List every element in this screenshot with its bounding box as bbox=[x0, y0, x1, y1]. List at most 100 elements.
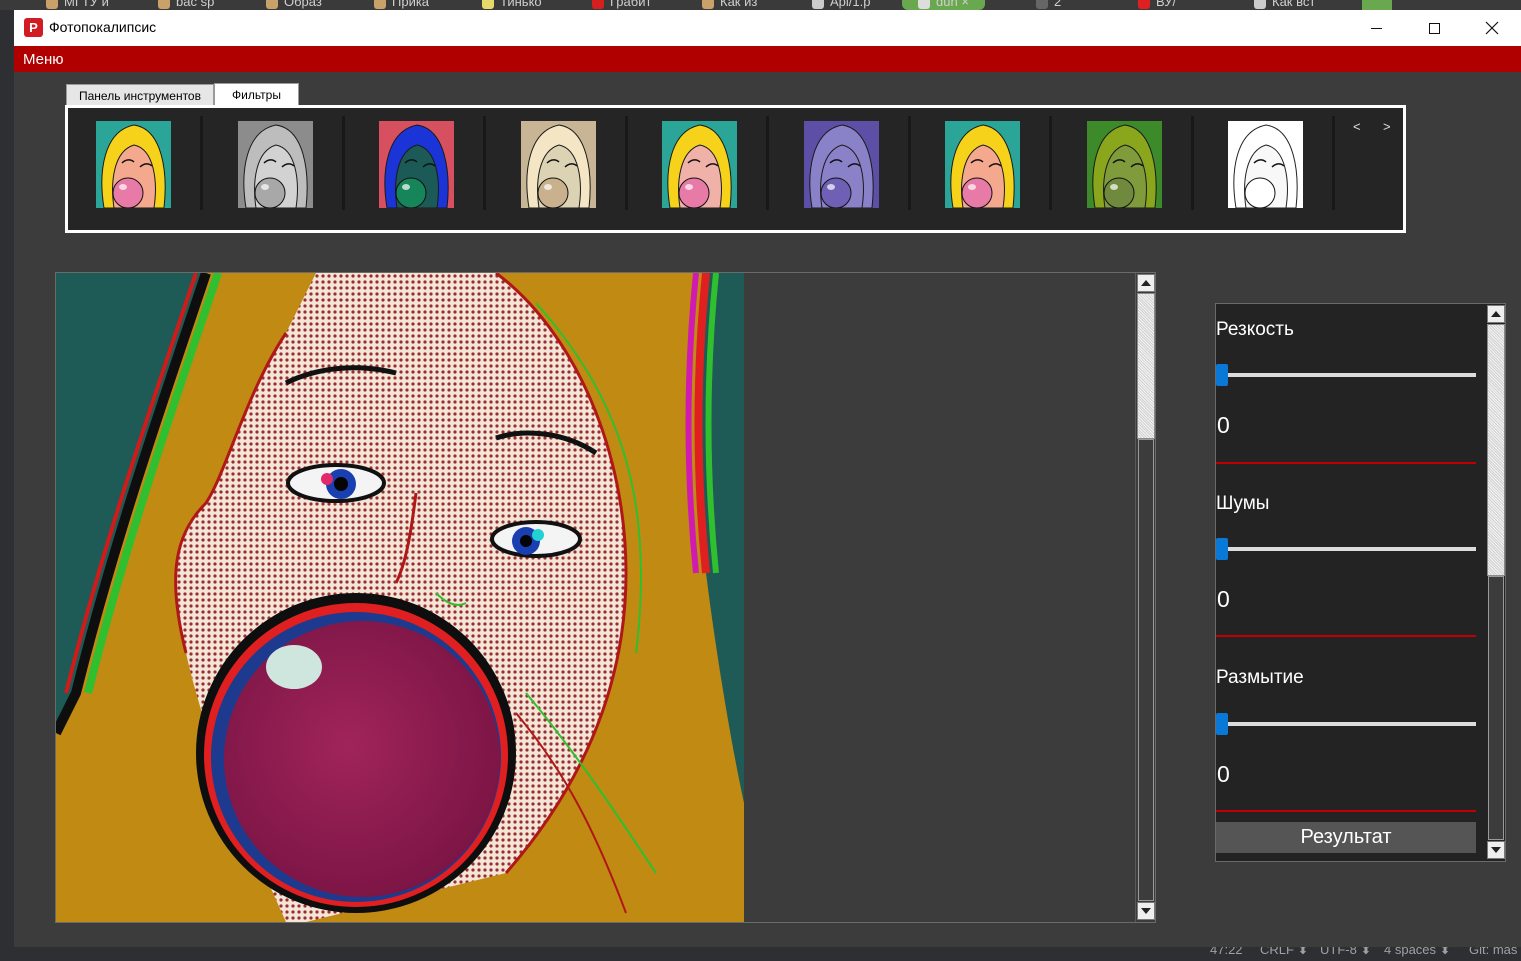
filter-prev-button[interactable]: < bbox=[1353, 119, 1361, 134]
edited-photo bbox=[56, 273, 744, 922]
blur-label: Размытие bbox=[1216, 667, 1304, 688]
browser-tab-label: Грабит bbox=[610, 0, 652, 9]
menu-item-main[interactable]: Меню bbox=[23, 51, 64, 68]
browser-tab[interactable]: Как из bbox=[702, 0, 757, 10]
maximize-button[interactable] bbox=[1405, 10, 1463, 46]
sharpness-slider[interactable] bbox=[1216, 373, 1476, 377]
browser-tab[interactable]: МГТУ и bbox=[46, 0, 109, 10]
scroll-up-button[interactable] bbox=[1137, 274, 1155, 292]
browser-tab-label: 2 bbox=[1054, 0, 1062, 9]
photo-bubble-highlight bbox=[266, 645, 322, 689]
arrow-up-icon bbox=[1141, 280, 1151, 286]
browser-tab-label: dun bbox=[936, 0, 958, 9]
scroll-thumb[interactable] bbox=[1137, 293, 1155, 439]
scroll-down-button[interactable] bbox=[1137, 902, 1155, 920]
background-browser-tabstrip: МГТУ и bac sp Образ Прика Тинько Грабит … bbox=[0, 0, 1521, 10]
browser-tab-label: bac sp bbox=[176, 0, 215, 9]
desktop: МГТУ и bac sp Образ Прика Тинько Грабит … bbox=[0, 0, 1521, 961]
browser-tab[interactable]: bac sp bbox=[158, 0, 214, 10]
settings-vertical-scrollbar[interactable] bbox=[1486, 304, 1506, 861]
arrow-down-icon bbox=[1141, 908, 1151, 914]
scroll-up-button[interactable] bbox=[1487, 305, 1505, 323]
app-logo-icon: P bbox=[24, 18, 43, 37]
filter-separator bbox=[200, 116, 203, 210]
browser-tab[interactable]: Образ bbox=[266, 0, 322, 10]
scroll-down-button[interactable] bbox=[1487, 841, 1505, 859]
noise-slider-handle[interactable] bbox=[1216, 538, 1228, 560]
result-button[interactable]: Результат bbox=[1216, 822, 1476, 853]
browser-tab-label: Как из bbox=[720, 0, 758, 9]
filter-preview-image bbox=[804, 121, 879, 208]
filter-preview-image bbox=[521, 121, 596, 208]
scroll-track[interactable] bbox=[1488, 576, 1504, 840]
image-viewer[interactable] bbox=[55, 272, 1156, 923]
browser-tab[interactable]: 2 bbox=[1036, 0, 1061, 10]
tab-filters[interactable]: Фильтры bbox=[214, 83, 299, 106]
browser-tab-label: Api/1.p bbox=[830, 0, 871, 9]
browser-tab[interactable]: Как вст bbox=[1254, 0, 1315, 10]
filter-preview-image bbox=[96, 121, 171, 208]
filter-preview-image bbox=[379, 121, 454, 208]
filter-separator bbox=[908, 116, 911, 210]
divider bbox=[1216, 810, 1476, 812]
photo-canvas bbox=[56, 273, 744, 922]
filter-strip: < > bbox=[65, 105, 1406, 233]
tab-toolbar-panel[interactable]: Панель инструментов bbox=[66, 84, 214, 106]
filter-preview-image bbox=[662, 121, 737, 208]
minimize-button[interactable] bbox=[1347, 10, 1405, 46]
close-button[interactable] bbox=[1463, 10, 1521, 46]
browser-tab[interactable]: Тинько bbox=[482, 0, 542, 10]
sharpness-value: 0 bbox=[1217, 412, 1230, 438]
window-title: Фотопокалипсис bbox=[49, 19, 157, 35]
filter-separator bbox=[342, 116, 345, 210]
browser-tab-active[interactable]: dun × bbox=[902, 0, 985, 10]
filter-preview-image bbox=[1228, 121, 1303, 208]
filter-thumbnail-grayscale[interactable] bbox=[238, 121, 313, 208]
minimize-icon bbox=[1370, 27, 1382, 29]
filter-separator bbox=[1332, 116, 1335, 210]
browser-tab-label: Как вст bbox=[1272, 0, 1316, 9]
filter-preview-image bbox=[238, 121, 313, 208]
photo-gum-bubble bbox=[224, 621, 500, 897]
filter-thumbnail-sepia[interactable] bbox=[521, 121, 596, 208]
app-window: P Фотопокалипсис Меню Панель инструменто… bbox=[14, 10, 1521, 947]
sharpness-slider-handle[interactable] bbox=[1216, 364, 1228, 386]
filter-separator bbox=[1191, 116, 1194, 210]
scroll-thumb[interactable] bbox=[1487, 324, 1505, 576]
viewer-vertical-scrollbar[interactable] bbox=[1135, 273, 1155, 922]
menu-bar: Меню bbox=[14, 46, 1521, 72]
filter-thumbnail-inverted[interactable] bbox=[379, 121, 454, 208]
filter-preview-image bbox=[945, 121, 1020, 208]
noise-label: Шумы bbox=[1216, 493, 1270, 514]
filter-thumbnail-purple[interactable] bbox=[804, 121, 879, 208]
browser-tab[interactable]: ВУ/ bbox=[1138, 0, 1176, 10]
filter-next-button[interactable]: > bbox=[1383, 119, 1391, 134]
filter-separator bbox=[625, 116, 628, 210]
filter-thumbnail-original[interactable] bbox=[96, 121, 171, 208]
browser-tab-label: Образ bbox=[284, 0, 322, 9]
filter-thumbnail-halftone[interactable] bbox=[662, 121, 737, 208]
filter-preview-image bbox=[1087, 121, 1162, 208]
scroll-track[interactable] bbox=[1138, 439, 1154, 901]
title-bar[interactable]: P Фотопокалипсис bbox=[14, 10, 1521, 46]
blur-slider-handle[interactable] bbox=[1216, 713, 1228, 735]
browser-tab[interactable]: Api/1.p bbox=[812, 0, 870, 10]
filter-separator bbox=[766, 116, 769, 210]
adjustments-panel: Резкость 0 Шумы 0 Размытие 0 Результат bbox=[1215, 303, 1506, 862]
filter-thumbnail-channel-shift[interactable] bbox=[945, 121, 1020, 208]
browser-tab[interactable]: Прика bbox=[374, 0, 429, 10]
arrow-up-icon bbox=[1491, 311, 1501, 317]
filter-separator bbox=[483, 116, 486, 210]
filter-thumbnail-green-tint[interactable] bbox=[1087, 121, 1162, 208]
sharpness-label: Резкость bbox=[1216, 319, 1294, 340]
new-tab-button[interactable] bbox=[1362, 0, 1392, 10]
filter-thumbnail-sketch[interactable] bbox=[1228, 121, 1303, 208]
blur-slider[interactable] bbox=[1216, 722, 1476, 726]
noise-slider[interactable] bbox=[1216, 547, 1476, 551]
noise-value: 0 bbox=[1217, 586, 1230, 612]
browser-tab-label: Тинько bbox=[500, 0, 542, 9]
browser-tab[interactable]: Грабит bbox=[592, 0, 651, 10]
divider bbox=[1216, 635, 1476, 637]
browser-tab-label: Прика bbox=[392, 0, 430, 9]
close-icon bbox=[1485, 21, 1499, 35]
